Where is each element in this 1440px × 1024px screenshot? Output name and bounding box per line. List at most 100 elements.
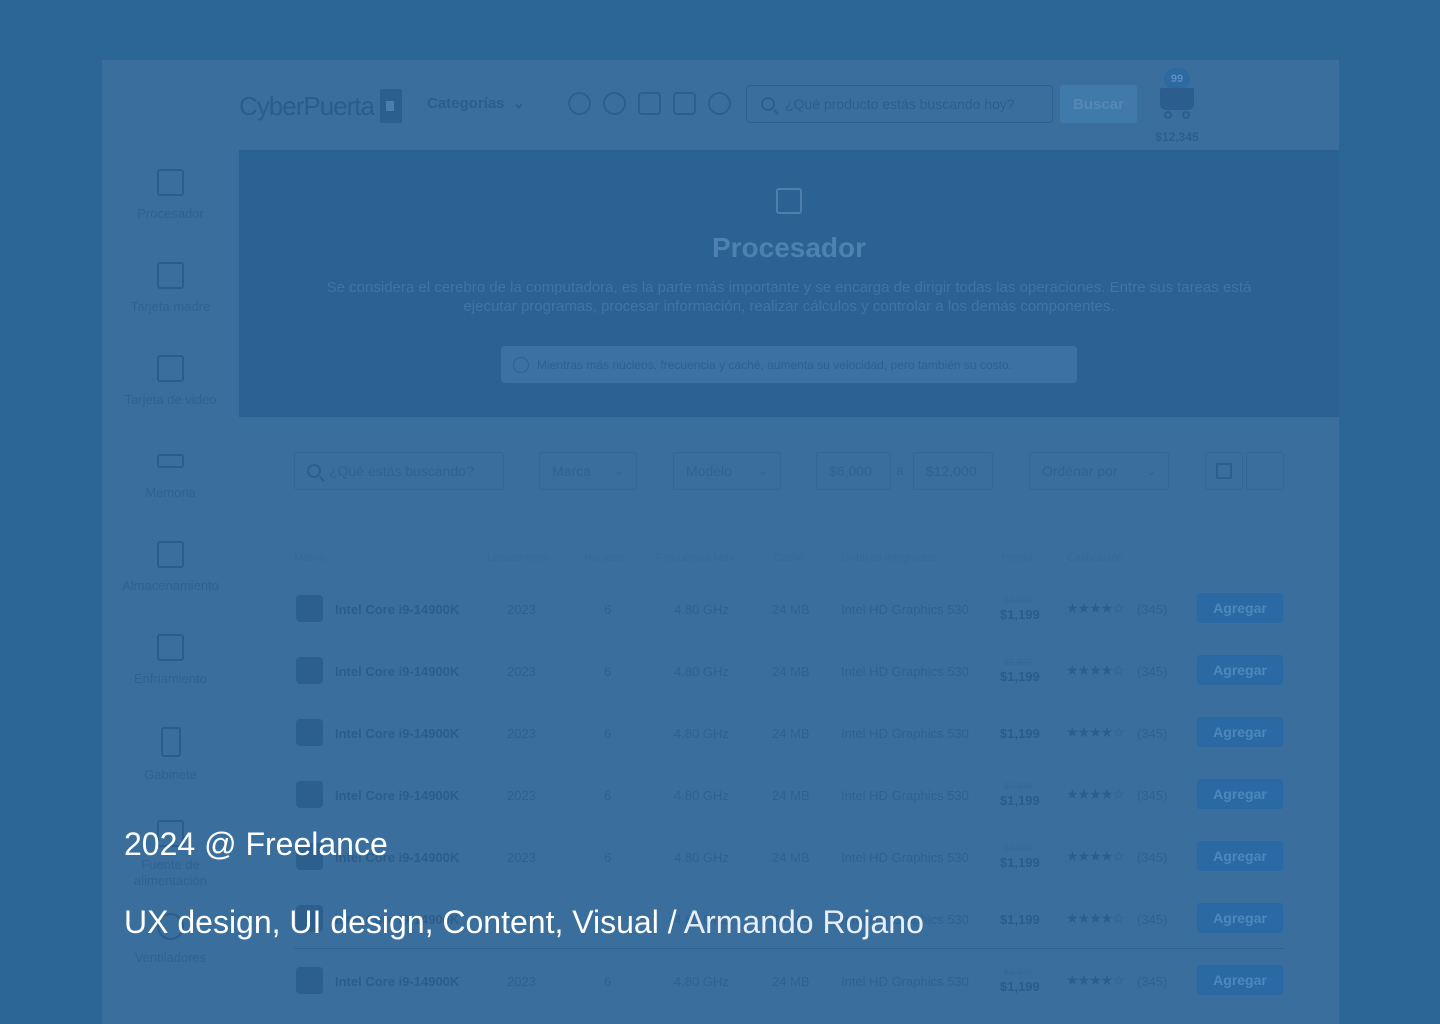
sidebar-item-memoria[interactable]: Memoria — [102, 434, 239, 527]
product-name[interactable]: Intel Core i9-14900K — [335, 726, 459, 741]
column-header[interactable]: Marca — [294, 552, 325, 564]
price-range-separator: a — [896, 462, 904, 478]
sale-price: $1,199 — [1000, 855, 1040, 870]
sidebar-item-almacenamiento[interactable]: Almacenamiento — [102, 527, 239, 620]
product-search-placeholder: ¿Qué estás buscando? — [329, 463, 474, 479]
max-frequency: 4.80 GHz — [674, 726, 729, 741]
sidebar-item-label: Gabinete — [144, 767, 197, 782]
sidebar-item-enfriamiento[interactable]: Enfriamiento — [102, 620, 239, 713]
review-count: (345) — [1137, 974, 1168, 989]
sidebar-item-gabinete[interactable]: Gabinete — [102, 713, 239, 806]
info-note-text: Mientras más núcleos, frecuencia y caché… — [537, 357, 1012, 372]
table-row[interactable]: Intel Core i9-14900K 2023 6 4.80 GHz 24 MB In… — [294, 764, 1284, 826]
motherboard-icon — [157, 262, 184, 289]
ram-icon — [157, 454, 184, 468]
heart-icon[interactable] — [603, 92, 626, 115]
integrated-graphics: Intel HD Graphics 530 — [841, 850, 969, 865]
release-year: 2023 — [507, 974, 536, 989]
project-caption-credits: UX design, UI design, Content, Visual / … — [124, 904, 924, 941]
product-thumbnail[interactable] — [296, 719, 323, 746]
table-row[interactable]: Intel Core i9-14900K 2023 6 4.80 GHz 24 MB In… — [294, 640, 1284, 702]
user-icon[interactable] — [568, 92, 591, 115]
integrated-graphics: Intel HD Graphics 530 — [841, 974, 969, 989]
filter-bar: ¿Qué estás buscando? Marca ⌄ Modelo ⌄ $6… — [294, 452, 1284, 490]
storefront-mockup: CyberPuerta Categorías ⌄ ¿Qué producto e… — [102, 60, 1339, 1024]
price-max-input[interactable]: $12,000 — [913, 452, 993, 490]
product-thumbnail[interactable] — [296, 781, 323, 808]
category-sidebar: Procesador Tarjeta madre Tarjeta de vide… — [102, 155, 239, 992]
cart-wheel-icon — [1164, 111, 1172, 119]
sale-price: $1,199 — [1000, 793, 1040, 808]
category-description: Se considera el cerebro de la computador… — [326, 279, 1252, 315]
sidebar-item-tarjeta-madre[interactable]: Tarjeta madre — [102, 248, 239, 341]
review-count: (345) — [1137, 602, 1168, 617]
max-frequency: 4.80 GHz — [674, 850, 729, 865]
header-search-placeholder: ¿Qué producto estás buscando hoy? — [785, 96, 1015, 112]
original-price: $1,399 — [1004, 781, 1032, 791]
table-row[interactable]: Intel Core i9-14900K 2023 6 4.80 GHz 24 MB In… — [294, 826, 1284, 888]
column-header[interactable]: Frecuencia Máx — [656, 552, 734, 564]
compare-icon[interactable] — [638, 92, 661, 115]
logo-mark-icon — [379, 89, 402, 123]
rating-stars-icon: ★★★★☆ — [1066, 972, 1125, 988]
search-button[interactable]: Buscar — [1060, 85, 1137, 123]
help-icon[interactable] — [708, 92, 731, 115]
price-max-value: $12,000 — [926, 463, 977, 479]
max-frequency: 4.80 GHz — [674, 974, 729, 989]
add-to-cart-button[interactable]: Agregar — [1197, 655, 1283, 685]
column-header[interactable]: Lanzamiento — [487, 552, 550, 564]
cache-size: 24 MB — [772, 850, 810, 865]
product-thumbnail[interactable] — [296, 657, 323, 684]
add-to-cart-button[interactable]: Agregar — [1197, 965, 1283, 995]
cart-total: $12,345 — [1155, 130, 1199, 144]
column-header[interactable]: Gráficos integrados — [841, 552, 936, 564]
sale-price: $1,199 — [1000, 607, 1040, 622]
add-to-cart-button[interactable]: Agregar — [1197, 717, 1283, 747]
list-view-button[interactable] — [1205, 452, 1243, 490]
add-to-cart-button[interactable]: Agregar — [1197, 841, 1283, 871]
sale-price: $1,199 — [1000, 979, 1040, 994]
sidebar-item-tarjeta-video[interactable]: Tarjeta de video — [102, 341, 239, 434]
product-thumbnail[interactable] — [296, 595, 323, 622]
product-name[interactable]: Intel Core i9-14900K — [335, 788, 459, 803]
add-to-cart-button[interactable]: Agregar — [1197, 779, 1283, 809]
header-search-input[interactable]: ¿Qué producto estás buscando hoy? — [746, 85, 1053, 123]
rating-stars-icon: ★★★★☆ — [1066, 662, 1125, 678]
sale-price: $1,199 — [1000, 669, 1040, 684]
model-select[interactable]: Modelo ⌄ — [673, 452, 781, 490]
logo[interactable]: CyberPuerta — [239, 86, 402, 126]
rating-stars-icon: ★★★★☆ — [1066, 848, 1125, 864]
add-to-cart-button[interactable]: Agregar — [1197, 903, 1283, 933]
cache-size: 24 MB — [772, 726, 810, 741]
truck-icon[interactable] — [673, 92, 696, 115]
table-row[interactable]: Intel Core i9-14900K 2023 6 4.80 GHz 24 MB In… — [294, 950, 1284, 1012]
brand-select[interactable]: Marca ⌄ — [539, 452, 637, 490]
grid-view-button[interactable] — [1246, 452, 1284, 490]
table-row[interactable]: Intel Core i9-14900K 2023 6 4.80 GHz 24 MB In… — [294, 578, 1284, 640]
review-count: (345) — [1137, 850, 1168, 865]
sort-select-label: Ordenar por — [1042, 463, 1118, 479]
sale-price: $1,199 — [1000, 912, 1040, 927]
column-header[interactable]: Caché — [773, 552, 805, 564]
categories-menu-button[interactable]: Categorías ⌄ — [427, 94, 525, 113]
info-icon — [513, 356, 529, 373]
add-to-cart-button[interactable]: Agregar — [1197, 593, 1283, 623]
original-price: $1,399 — [1004, 843, 1032, 853]
table-row[interactable]: Intel Core i9-14900K 2023 6 4.80 GHz 24 MB In… — [294, 702, 1284, 764]
product-name[interactable]: Intel Core i9-14900K — [335, 974, 459, 989]
product-name[interactable]: Intel Core i9-14900K — [335, 664, 459, 679]
sort-select[interactable]: Ordenar por ⌄ — [1029, 452, 1169, 490]
rating-stars-icon: ★★★★☆ — [1066, 910, 1125, 926]
product-thumbnail[interactable] — [296, 967, 323, 994]
storage-icon — [157, 541, 184, 568]
price-min-input[interactable]: $6,000 — [816, 452, 891, 490]
cart-button[interactable]: 99 $12,345 — [1152, 68, 1202, 148]
product-search-input[interactable]: ¿Qué estás buscando? — [294, 452, 504, 490]
core-count: 6 — [604, 602, 612, 617]
column-header[interactable]: Precio — [1001, 552, 1032, 564]
column-header[interactable]: Núcleos — [584, 552, 624, 564]
column-header[interactable]: Calificación — [1067, 552, 1123, 564]
product-name[interactable]: Intel Core i9-14900K — [335, 602, 459, 617]
project-caption-title: 2024 @ Freelance — [124, 826, 388, 862]
sidebar-item-procesador[interactable]: Procesador — [102, 155, 239, 248]
